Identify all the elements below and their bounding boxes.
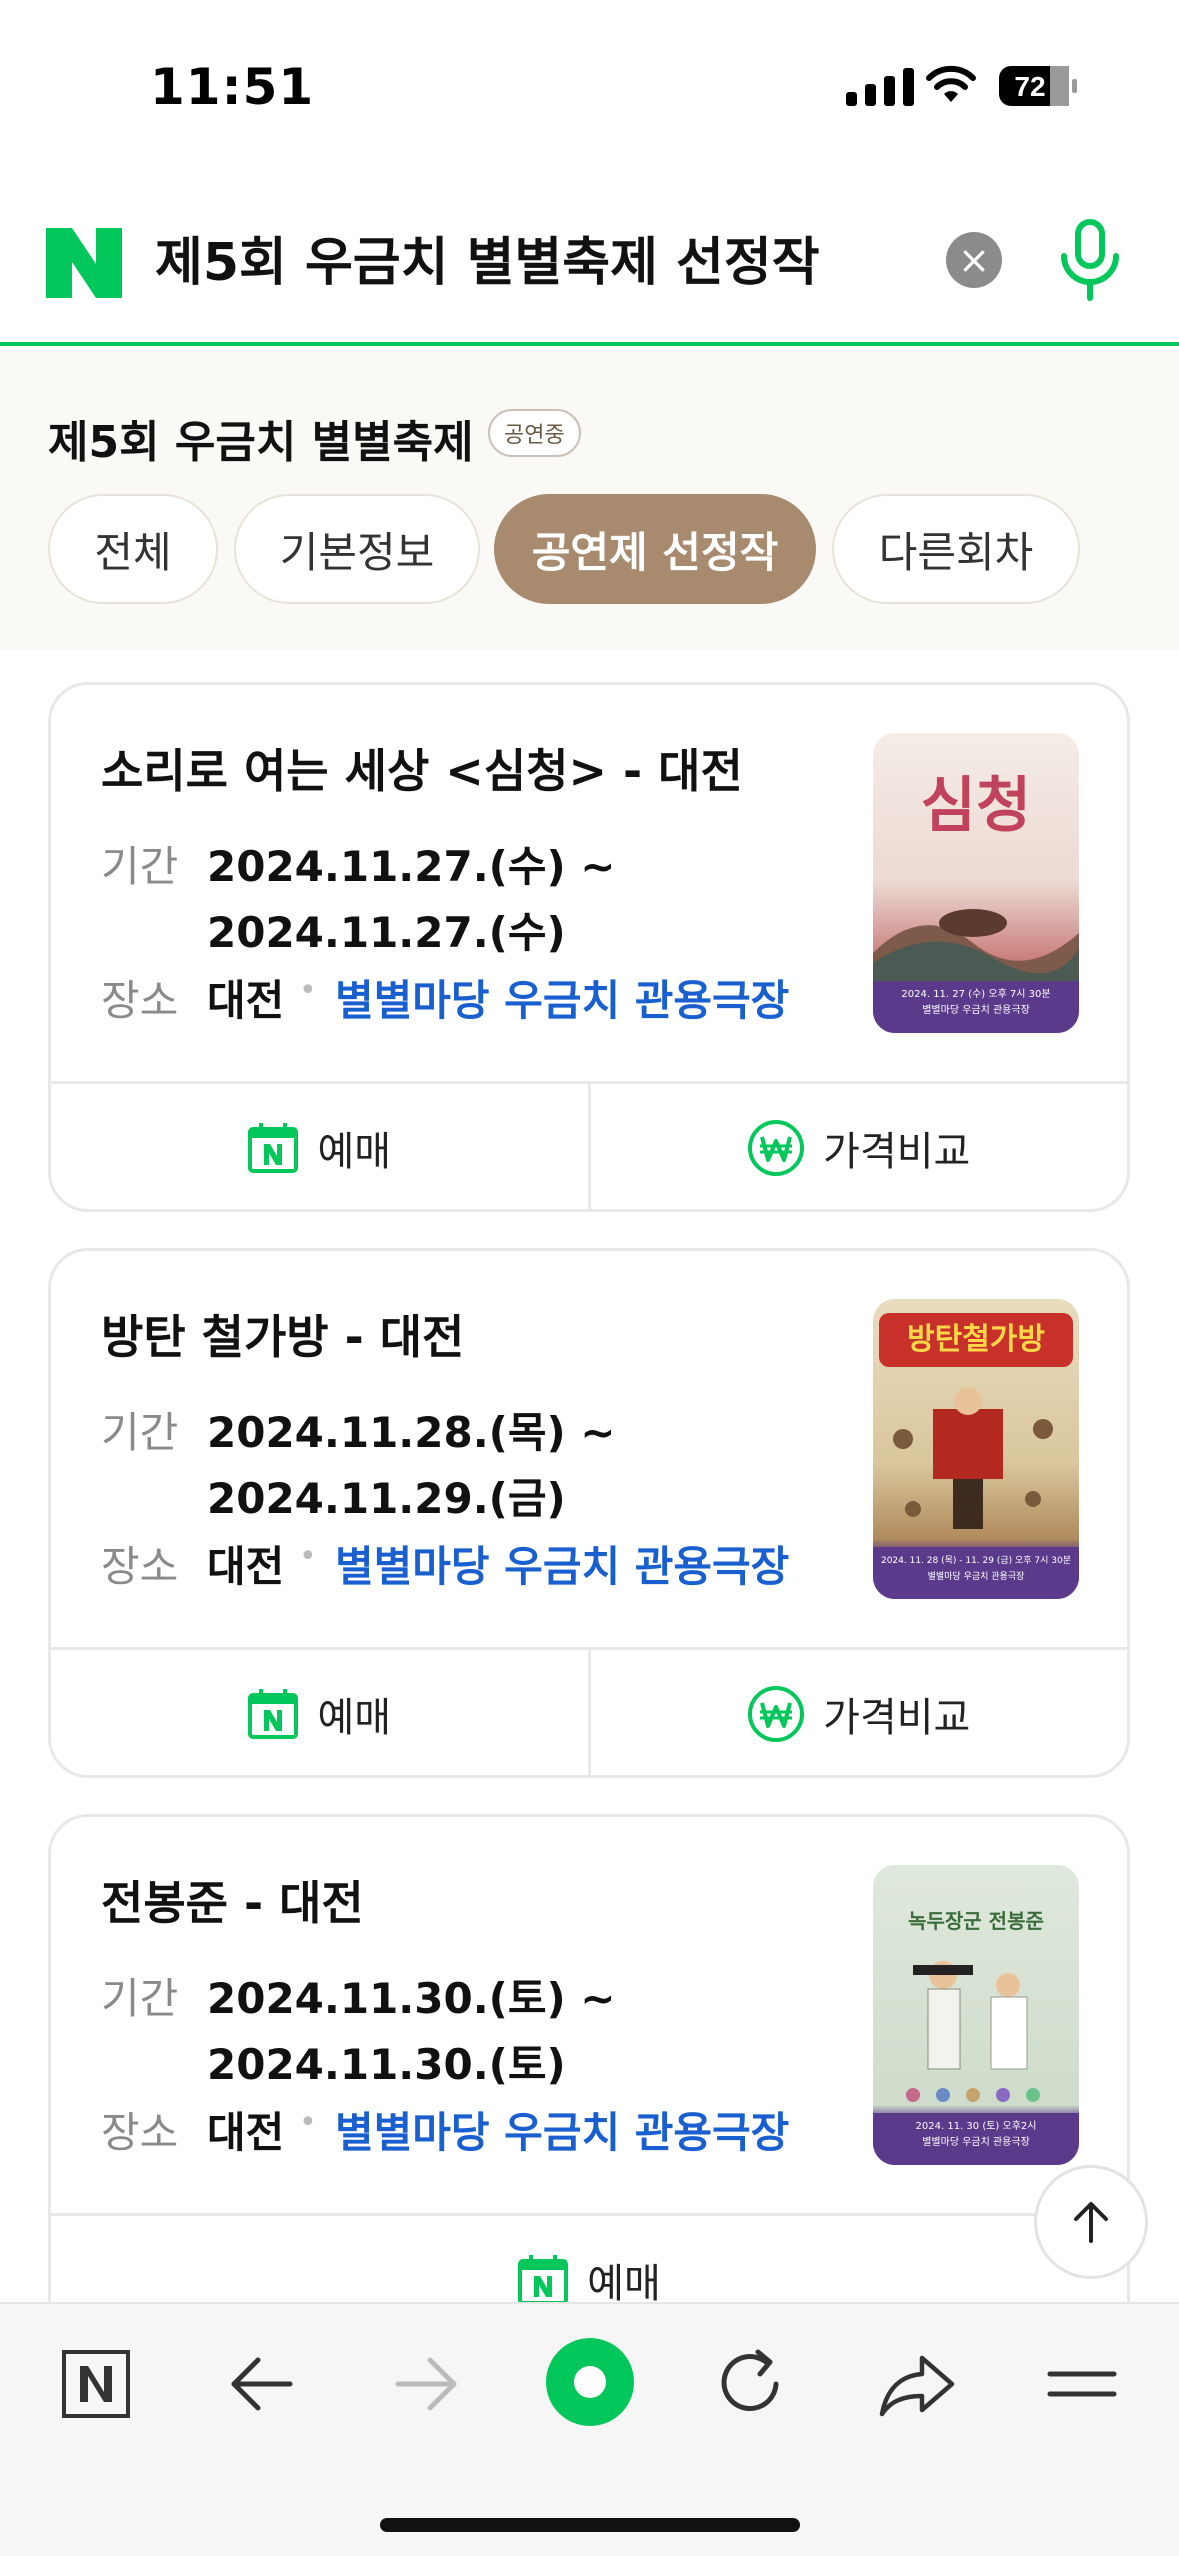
battery-icon: 72 [999,66,1077,106]
poster-date: 2024. 11. 28 (목) - 11. 29 (금) 오후 7시 30분 [880,1556,1072,1566]
tab-all[interactable]: 전체 [48,494,218,604]
performer-illustration [893,1387,1053,1529]
forward-icon[interactable] [390,2350,462,2418]
poster-venue: 별별마당 우금치 관용극장 [922,1005,1030,1016]
city: 대전 [207,2108,285,2157]
won-icon [748,1119,805,1176]
compare-price-button[interactable]: 가격비교 [587,1084,1128,1209]
compare-price-button[interactable]: 가격비교 [587,1650,1128,1775]
arrow-up-icon [1074,2202,1108,2243]
place-label: 장소 [101,2108,179,2157]
show-title[interactable]: 전봉준 - 대전 [101,1867,364,1933]
calendar-n-icon [518,2254,569,2305]
city: 대전 [207,976,285,1025]
scroll-top-button[interactable] [1034,2165,1148,2279]
mic-icon[interactable] [1054,218,1126,302]
wave-illustration [873,909,1079,983]
search-input[interactable]: 제5회 우금치 별별축제 선정작 [155,228,820,298]
period-end: 2024.11.27.(수) [207,908,566,957]
status-badge: 공연중 [488,409,581,457]
venue-link[interactable]: 별별마당 우금치 관용극장 [335,967,789,1028]
festival-title: 제5회 우금치 별별축제 [48,417,474,468]
period-label: 기간 [101,842,179,891]
period-start: 2024.11.28.(목) ~ [207,1408,616,1457]
show-card[interactable]: 전봉준 - 대전 기간 2024.11.30.(토) ~ 2024.11.30.… [48,1814,1130,2374]
period-end: 2024.11.29.(금) [207,1474,566,1523]
n-logo-icon[interactable] [46,228,122,298]
poster-image[interactable]: 녹두장군 전봉준 2024. 11. 30 (토) 오후2시 별별마당 우금치 … [873,1865,1079,2165]
place-label: 장소 [101,976,179,1025]
place-label: 장소 [101,1542,179,1591]
show-card[interactable]: 소리로 여는 세상 <심청> - 대전 기간 2024.11.27.(수) ~ … [48,682,1130,1212]
poster-title: 녹두장군 전봉준 [908,1909,1044,1933]
poster-date: 2024. 11. 27 (수) 오후 7시 30분 [901,989,1051,1000]
menu-icon[interactable] [1046,2354,1118,2414]
show-card[interactable]: 방탄 철가방 - 대전 기간 2024.11.28.(목) ~ 2024.11.… [48,1248,1130,1778]
separator-dot: • [299,1539,317,1574]
clear-icon[interactable]: × [946,232,1002,288]
back-icon[interactable] [226,2350,298,2418]
reserve-label: 예매 [317,1694,392,1741]
naver-home-icon[interactable] [60,2348,132,2420]
green-dot-icon[interactable] [544,2336,636,2428]
poster-title: 심청 [920,771,1032,841]
action-row: 예매 가격비교 [51,1081,1128,1209]
show-title[interactable]: 소리로 여는 세상 <심청> - 대전 [101,735,743,801]
separator-dot: • [299,973,317,1008]
reload-icon[interactable] [716,2346,788,2422]
status-time: 11:51 [150,58,315,116]
period-start: 2024.11.27.(수) ~ [207,842,616,891]
reserve-label: 예매 [587,2260,661,2307]
action-row: 예매 가격비교 [51,1647,1128,1775]
city: 대전 [207,1542,285,1591]
performer-illustration [906,1961,1040,2102]
poster-image[interactable]: 심청 2024. 11. 27 (수) 오후 7시 30분 별별마당 우금치 관… [873,733,1079,1033]
reserve-label: 예매 [317,1128,392,1175]
tab-basic-info[interactable]: 기본정보 [234,494,480,604]
poster-date: 2024. 11. 30 (토) 오후2시 [915,2121,1037,2132]
compare-label: 가격비교 [823,1694,971,1741]
wifi-icon [926,65,976,102]
separator-dot: • [299,2105,317,2140]
venue-link[interactable]: 별별마당 우금치 관용극장 [335,2099,789,2160]
reserve-button[interactable]: 예매 [51,1084,588,1209]
venue-link[interactable]: 별별마당 우금치 관용극장 [335,1533,789,1594]
calendar-n-icon [248,1122,299,1173]
poster-venue: 별별마당 우금치 관용극장 [922,2137,1030,2148]
poster-venue: 별별마당 우금치 관용극장 [927,1572,1025,1582]
show-title[interactable]: 방탄 철가방 - 대전 [101,1301,464,1367]
compare-label: 가격비교 [823,1128,971,1175]
calendar-n-icon [248,1688,299,1739]
period-end: 2024.11.30.(토) [207,2040,566,2089]
won-icon [748,1685,805,1742]
reserve-button[interactable]: 예매 [51,1650,588,1775]
period-label: 기간 [101,1974,179,2023]
tab-selected-works[interactable]: 공연제 선정작 [494,494,816,604]
battery-level: 72 [1014,71,1045,102]
home-indicator [380,2518,800,2532]
poster-image[interactable]: 방탄철가방 2024. 11. 28 (목) - 11. 29 (금) 오후 7… [873,1299,1079,1599]
share-icon[interactable] [878,2348,958,2420]
period-label: 기간 [101,1408,179,1457]
poster-title: 방탄철가방 [879,1313,1073,1367]
period-start: 2024.11.30.(토) ~ [207,1974,616,2023]
tab-other-rounds[interactable]: 다른회차 [832,494,1080,604]
signal-icon [846,66,914,106]
